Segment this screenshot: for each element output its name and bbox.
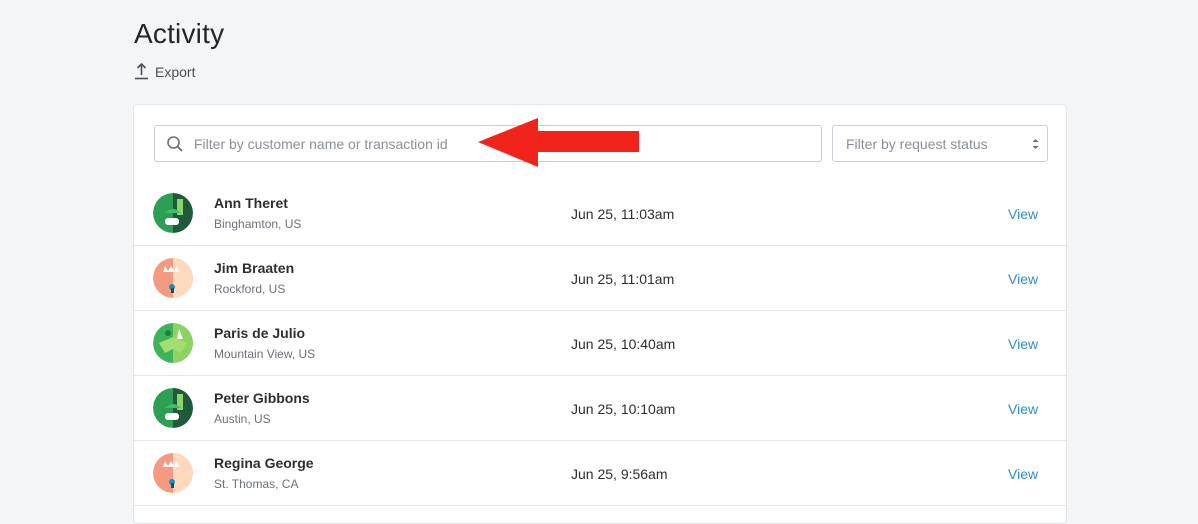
transaction-time: Jun 25, 10:40am — [571, 336, 676, 352]
view-link[interactable]: View — [1008, 206, 1038, 222]
export-button[interactable]: Export — [134, 63, 195, 80]
avatar — [153, 193, 193, 233]
transaction-time: Jun 25, 11:03am — [571, 206, 675, 222]
transaction-time: Jun 25, 10:10am — [571, 401, 676, 417]
activity-row: Regina George St. Thomas, CA Jun 25, 9:56a… — [134, 441, 1066, 506]
activity-row: Peter Gibbons Austin, US Jun 25, 10:10am Vi… — [134, 376, 1066, 441]
activity-row: Jim Braaten Rockford, US Jun 25, 11:01am Vi… — [134, 246, 1066, 311]
avatar — [153, 453, 193, 493]
customer-name: Paris de Julio — [214, 325, 306, 341]
export-label: Export — [155, 63, 196, 80]
view-link[interactable]: View — [1008, 336, 1038, 352]
select-caret-icon — [1032, 137, 1039, 151]
customer-name: Peter Gibbons — [214, 390, 310, 406]
status-filter-placeholder: Filter by request status — [846, 135, 988, 152]
avatar — [153, 323, 193, 363]
transaction-time: Jun 25, 11:01am — [571, 271, 675, 287]
customer-location: Mountain View, US — [214, 347, 316, 361]
customer-name: Regina George — [214, 455, 314, 471]
status-filter-select[interactable]: Filter by request status — [832, 125, 1048, 162]
customer-location: St. Thomas, CA — [214, 477, 299, 491]
search-icon — [166, 135, 184, 153]
page-title: Activity — [134, 18, 225, 49]
upload-icon — [134, 63, 149, 80]
customer-location: Rockford, US — [214, 282, 286, 296]
view-link[interactable]: View — [1008, 271, 1038, 287]
customer-location: Binghamton, US — [214, 217, 302, 231]
view-link[interactable]: View — [1008, 401, 1038, 417]
activity-row: Ann Theret Binghamton, US Jun 25, 11:03am V… — [134, 181, 1066, 246]
transaction-time: Jun 25, 9:56am — [571, 466, 668, 482]
view-link[interactable]: View — [1008, 466, 1038, 482]
customer-location: Austin, US — [214, 412, 271, 426]
activity-list: Ann Theret Binghamton, US Jun 25, 11:03am V… — [134, 181, 1066, 506]
activity-row: Paris de Julio Mountain View, US Jun 25, 1… — [134, 311, 1066, 376]
avatar — [153, 388, 193, 428]
avatar — [153, 258, 193, 298]
customer-name: Jim Braaten — [214, 260, 295, 276]
customer-name: Ann Theret — [214, 195, 288, 211]
annotation-arrow-icon — [478, 118, 640, 173]
